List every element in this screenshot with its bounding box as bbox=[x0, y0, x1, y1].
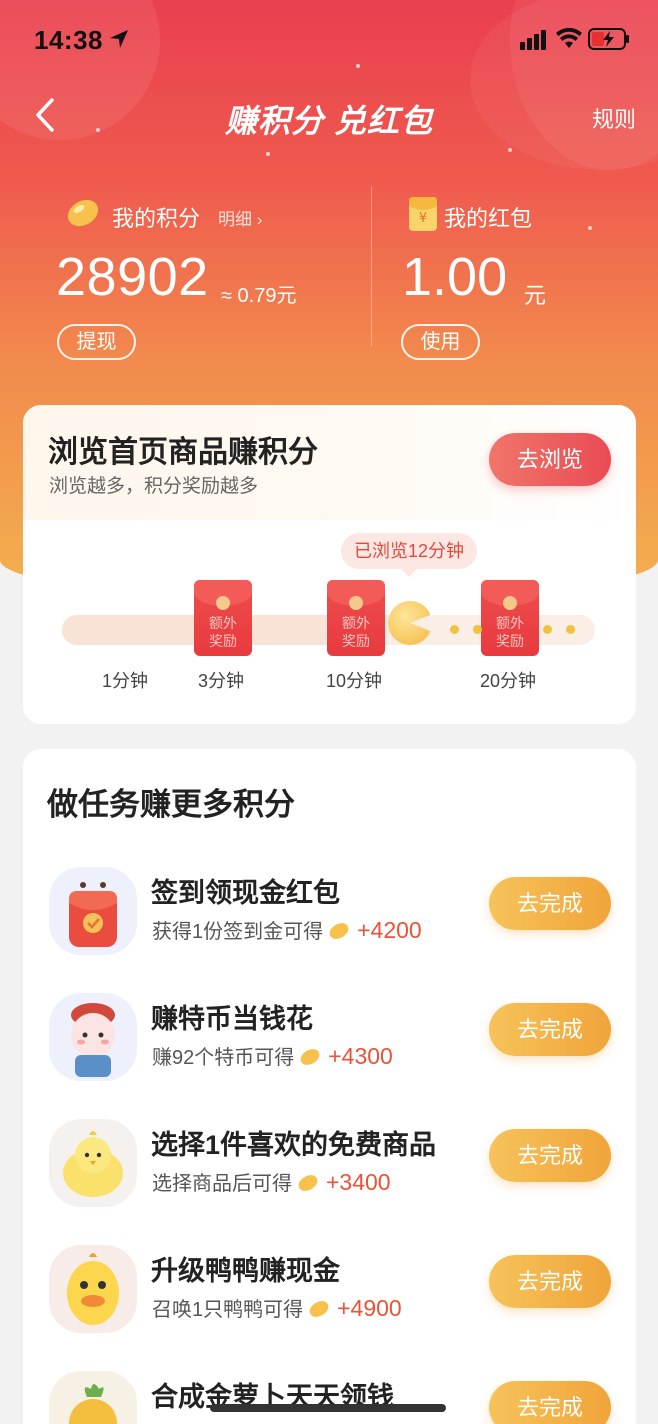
tasks-card: 做任务赚更多积分 签到领现金红包 获得1份签到金可得 +4200 去完成 赚特币当… bbox=[23, 749, 636, 1424]
browse-card-subtitle: 浏览越多，积分奖励越多 bbox=[49, 476, 259, 497]
progress-tick-label: 20分钟 bbox=[480, 671, 537, 691]
task-row: 选择1件喜欢的免费商品 选择商品后可得 +3400 去完成 bbox=[23, 1117, 636, 1217]
summary-divider bbox=[371, 186, 372, 346]
progress-dot bbox=[473, 625, 482, 634]
redpack-sign-in-icon bbox=[49, 867, 137, 955]
task-reward: +3400 bbox=[326, 1169, 391, 1195]
browse-earn-card: 浏览首页商品赚积分 浏览越多，积分奖励越多 去浏览 已浏览12分钟 额外奖励 额… bbox=[23, 405, 636, 724]
red-packet-unit: 元 bbox=[524, 283, 547, 308]
milestone-text: 额外 bbox=[209, 615, 237, 631]
task-row: 赚特币当钱花 赚92个特币可得 +4300 去完成 bbox=[23, 991, 636, 1091]
points-value: 28902 bbox=[56, 247, 209, 307]
nav-bar: 赚积分 兑红包 规则 bbox=[0, 90, 658, 142]
milestone-text: 奖励 bbox=[496, 633, 524, 649]
cellular-signal-icon bbox=[520, 30, 546, 50]
status-time: 14:38 bbox=[34, 25, 103, 55]
cat-mascot-icon bbox=[49, 993, 137, 1081]
milestone-red-packet: 额外 奖励 bbox=[327, 580, 385, 656]
milestone-text: 额外 bbox=[496, 615, 524, 631]
progress-tick-label: 10分钟 bbox=[326, 671, 383, 691]
task-title: 赚特币当钱花 bbox=[151, 1004, 313, 1034]
golden-radish-icon bbox=[49, 1371, 137, 1424]
bean-icon bbox=[309, 1301, 329, 1317]
status-bar: 14:38 bbox=[0, 0, 658, 80]
decor-sparkle bbox=[508, 148, 512, 152]
task-row: 签到领现金红包 获得1份签到金可得 +4200 去完成 bbox=[23, 865, 636, 965]
task-row: 升级鸭鸭赚现金 召唤1只鸭鸭可得 +4900 去完成 bbox=[23, 1243, 636, 1343]
milestone-red-packet: 额外 奖励 bbox=[481, 580, 539, 656]
task-description: 赚92个特币可得 +4300 bbox=[152, 1041, 393, 1070]
bean-icon bbox=[298, 1175, 318, 1191]
red-packet-yen-icon: ¥ bbox=[409, 197, 437, 231]
tasks-section-title: 做任务赚更多积分 bbox=[47, 787, 295, 822]
chick-mascot-icon bbox=[49, 1119, 137, 1207]
decor-sparkle bbox=[588, 226, 592, 230]
rules-link[interactable]: 规则 bbox=[592, 102, 636, 134]
complete-task-button[interactable]: 去完成 bbox=[489, 1255, 611, 1308]
go-browse-button[interactable]: 去浏览 bbox=[489, 433, 611, 486]
location-arrow-icon bbox=[110, 30, 128, 48]
task-desc-text: 赚92个特币可得 bbox=[152, 1047, 295, 1069]
task-row: 合成金萝卜天天领钱 去完成 bbox=[23, 1369, 636, 1424]
complete-task-button[interactable]: 去完成 bbox=[489, 1129, 611, 1182]
task-title: 升级鸭鸭赚现金 bbox=[151, 1256, 340, 1286]
task-description: 选择商品后可得 +3400 bbox=[152, 1167, 391, 1196]
task-title: 签到领现金红包 bbox=[151, 878, 340, 908]
battery-charging-icon bbox=[588, 28, 629, 50]
points-label: 我的积分 bbox=[112, 206, 201, 231]
progress-tick-label: 1分钟 bbox=[102, 671, 149, 691]
duck-mascot-icon bbox=[49, 1245, 137, 1333]
complete-task-button[interactable]: 去完成 bbox=[489, 877, 611, 930]
task-desc-text: 召唤1只鸭鸭可得 bbox=[152, 1299, 304, 1321]
task-reward: +4900 bbox=[337, 1295, 402, 1321]
task-description: 召唤1只鸭鸭可得 +4900 bbox=[152, 1293, 402, 1322]
browse-card-title: 浏览首页商品赚积分 bbox=[48, 436, 318, 469]
bean-icon bbox=[67, 199, 99, 227]
milestone-red-packet: 额外 奖励 bbox=[194, 580, 252, 656]
points-cash-equivalent: ≈ 0.79元 bbox=[221, 285, 297, 307]
milestone-text: 奖励 bbox=[342, 633, 370, 649]
home-indicator bbox=[210, 1404, 446, 1412]
milestone-text: 额外 bbox=[342, 615, 370, 631]
task-reward: +4200 bbox=[357, 917, 422, 943]
task-title: 选择1件喜欢的免费商品 bbox=[151, 1130, 437, 1160]
browsed-time-badge: 已浏览12分钟 bbox=[341, 533, 477, 577]
progress-dot bbox=[566, 625, 575, 634]
withdraw-button[interactable]: 提现 bbox=[57, 324, 136, 360]
task-description: 获得1份签到金可得 +4200 bbox=[152, 915, 422, 944]
svg-text:¥: ¥ bbox=[419, 211, 427, 226]
progress-tick-label: 3分钟 bbox=[198, 671, 245, 691]
task-reward: +4300 bbox=[328, 1043, 393, 1069]
points-detail-link[interactable]: 明细 › bbox=[218, 205, 262, 230]
complete-task-button[interactable]: 去完成 bbox=[489, 1381, 611, 1424]
bean-icon bbox=[329, 923, 349, 939]
red-packet-label: 我的红包 bbox=[444, 206, 533, 231]
task-desc-text: 获得1份签到金可得 bbox=[152, 921, 324, 943]
bean-icon bbox=[300, 1049, 320, 1065]
page-title: 赚积分 兑红包 bbox=[225, 103, 433, 139]
decor-sparkle bbox=[266, 152, 270, 156]
progress-dot bbox=[543, 625, 552, 634]
milestone-text: 奖励 bbox=[209, 633, 237, 649]
complete-task-button[interactable]: 去完成 bbox=[489, 1003, 611, 1056]
wifi-icon bbox=[556, 28, 582, 48]
use-red-packet-button[interactable]: 使用 bbox=[401, 324, 480, 360]
task-desc-text: 选择商品后可得 bbox=[152, 1173, 292, 1195]
red-packet-value: 1.00 bbox=[402, 247, 508, 307]
progress-dot bbox=[450, 625, 459, 634]
